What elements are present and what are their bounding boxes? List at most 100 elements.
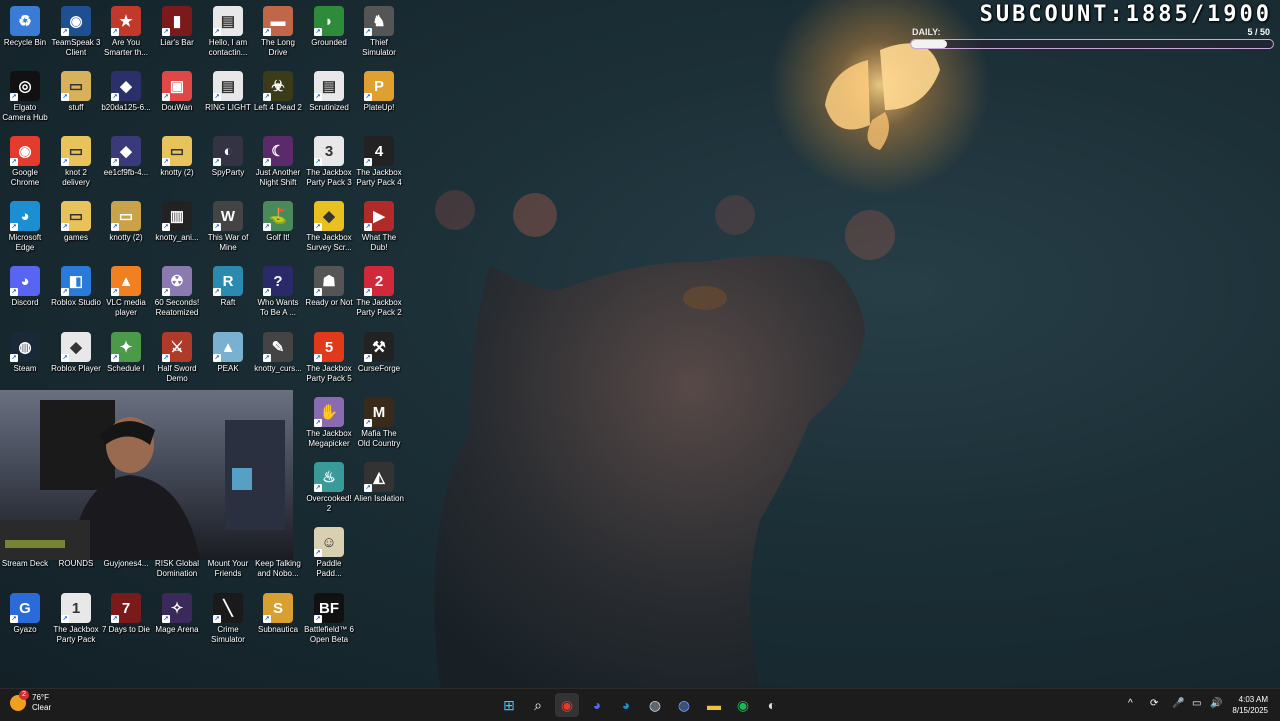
desktop-icon-microsoft-edge[interactable]: ◕ ↗ Microsoft Edge — [0, 201, 50, 253]
desktop-icon-raft[interactable]: R ↗ Raft — [203, 266, 253, 308]
shortcut-arrow-icon: ↗ — [162, 93, 170, 101]
desktop-icon-battlefield-6-open-beta[interactable]: BF ↗ Battlefield™ 6 Open Beta — [304, 593, 354, 645]
shortcut-arrow-icon: ↗ — [162, 615, 170, 623]
desktop-icon-7-days-to-die[interactable]: 7 ↗ 7 Days to Die — [101, 593, 151, 635]
desktop-icon-paddle-padd[interactable]: ☺ ↗ Paddle Padd... — [304, 527, 354, 579]
app-icon: ◆ ↗ — [111, 71, 141, 101]
desktop-icon-alien-isolation[interactable]: ◭ ↗ Alien Isolation — [354, 462, 404, 504]
desktop-icon-mafia-the-old-country[interactable]: M ↗ Mafia The Old Country — [354, 397, 404, 449]
desktop-icon-label: Mafia The Old Country — [357, 429, 401, 448]
desktop-icon-half-sword-demo[interactable]: ⚔ ↗ Half Sword Demo — [152, 332, 202, 384]
desktop-icon-schedule-i[interactable]: ✦ ↗ Schedule I — [101, 332, 151, 374]
app-icon: ▤ ↗ — [213, 71, 243, 101]
taskbar-start-icon[interactable]: ⊞ — [497, 693, 521, 717]
desktop-icon-just-another-night-shift[interactable]: ☾ ↗ Just Another Night Shift — [253, 136, 303, 188]
taskbar-obs-icon[interactable]: ◐ — [760, 693, 784, 717]
desktop-icon-elgato-camera-hub[interactable]: ◎ ↗ Elgato Camera Hub — [0, 71, 50, 123]
app-icon: ▭↗ — [61, 71, 91, 101]
desktop-icon-the-jackbox-party-pack-5[interactable]: 5 ↗ The Jackbox Party Pack 5 — [304, 332, 354, 384]
desktop-icon-60-seconds-reatomized[interactable]: ☢ ↗ 60 Seconds! Reatomized — [152, 266, 202, 318]
taskbar-file-explorer-icon[interactable]: ▬ — [702, 693, 726, 717]
desktop-icon-crime-simulator[interactable]: ╲ ↗ Crime Simulator — [203, 593, 253, 645]
desktop-icon-knotty-curs[interactable]: ✎ ↗ knotty_curs... — [253, 332, 303, 374]
taskbar-chrome-icon[interactable]: ◉ — [555, 693, 579, 717]
desktop-icon-liar-s-bar[interactable]: ▮ ↗ Liar's Bar — [152, 6, 202, 48]
desktop-icon-what-the-dub[interactable]: ▶ ↗ What The Dub! — [354, 201, 404, 253]
desktop-icon-who-wants-to-be-a[interactable]: ? ↗ Who Wants To Be A ... — [253, 266, 303, 318]
desktop-icon-stuff[interactable]: ▭ ↗ stuff — [51, 71, 101, 113]
taskbar-steam-alt-icon[interactable]: ◍ — [672, 693, 696, 717]
shortcut-arrow-icon: ↗ — [314, 549, 322, 557]
taskbar-discord-icon[interactable]: ◕ — [585, 693, 609, 717]
desktop-icon-scrutinized[interactable]: ▤ ↗ Scrutinized — [304, 71, 354, 113]
desktop-icon-golf-it[interactable]: ⛳ ↗ Golf It! — [253, 201, 303, 243]
desktop-icon-subnautica[interactable]: S ↗ Subnautica — [253, 593, 303, 635]
desktop-icon-peak[interactable]: ▲ ↗ PEAK — [203, 332, 253, 374]
desktop-icon-knot-2-delivery[interactable]: ▭ ↗ knot 2 delivery — [51, 136, 101, 188]
desktop-icon-recycle-bin[interactable]: ♻ Recycle Bin — [0, 6, 50, 48]
desktop-icon-curseforge[interactable]: ⚒ ↗ CurseForge — [354, 332, 404, 374]
desktop-icon-ring-light[interactable]: ▤ ↗ RING LIGHT — [203, 71, 253, 113]
desktop-icon-plateup[interactable]: P ↗ PlateUp! — [354, 71, 404, 113]
desktop-icon-label: Thief Simulator — [362, 38, 396, 57]
desktop-icon-the-jackbox-party-pack-3[interactable]: 3 ↗ The Jackbox Party Pack 3 — [304, 136, 354, 188]
desktop-icon-left-4-dead-2[interactable]: ☣ ↗ Left 4 Dead 2 — [253, 71, 303, 113]
desktop-icon-gyazo[interactable]: G ↗ Gyazo — [0, 593, 50, 635]
desktop-icon-thief-simulator[interactable]: ♞ ↗ Thief Simulator — [354, 6, 404, 58]
weather-widget[interactable]: 2 76°F Clear — [10, 690, 51, 713]
desktop-icon-ee1cf9fb-4[interactable]: ◆ ↗ ee1cf9fb-4... — [101, 136, 151, 178]
desktop-icon-knotty-2[interactable]: ▭ ↗ knotty (2) — [152, 136, 202, 178]
desktop-icon-b20da125-6[interactable]: ◆ ↗ b20da125-6... — [101, 71, 151, 113]
webcam-overlay — [0, 390, 293, 560]
sync-icon[interactable]: ⟳ — [1150, 698, 1158, 709]
clock[interactable]: 4:03 AM 8/15/2025 — [1232, 694, 1268, 716]
desktop-icon-the-jackbox-megapicker[interactable]: ✋ ↗ The Jackbox Megapicker — [304, 397, 354, 449]
app-icon: ▲ ↗ — [111, 266, 141, 296]
desktop-icon-label: Battlefield™ 6 Open Beta — [304, 625, 354, 644]
desktop-icon-roblox-studio[interactable]: ◧ ↗ Roblox Studio — [51, 266, 101, 308]
display-icon[interactable]: ▭ — [1192, 698, 1201, 709]
microphone-icon[interactable]: 🎤 — [1172, 698, 1184, 709]
desktop-icon-knotty-2[interactable]: ▭ ↗ knotty (2) — [101, 201, 151, 243]
app-icon: S ↗ — [263, 593, 293, 623]
taskbar-spotify-icon[interactable]: ◉ — [731, 693, 755, 717]
shortcut-arrow-icon: ↗ — [10, 354, 18, 362]
clock-time: 4:03 AM — [1238, 695, 1268, 704]
desktop-icon-douwan[interactable]: ▣ ↗ DouWan — [152, 71, 202, 113]
app-icon: ▤ ↗ — [213, 6, 243, 36]
desktop-icon-teamspeak-3-client[interactable]: ◉ ↗ TeamSpeak 3 Client — [51, 6, 101, 58]
desktop-icon-label: VLC media player — [106, 298, 146, 317]
desktop-icon-the-jackbox-party-pack[interactable]: 1 ↗ The Jackbox Party Pack — [51, 593, 101, 645]
desktop-icon-hello-i-am-contactin[interactable]: ▤ ↗ Hello, I am contactin... — [203, 6, 253, 58]
desktop-icon-the-jackbox-party-pack-4[interactable]: 4 ↗ The Jackbox Party Pack 4 — [354, 136, 404, 188]
desktop-icon-are-you-smarter-th[interactable]: ★ ↗ Are You Smarter th... — [101, 6, 151, 58]
desktop-icon-ready-or-not[interactable]: ☗ ↗ Ready or Not — [304, 266, 354, 308]
desktop-icon-vlc-media-player[interactable]: ▲ ↗ VLC media player — [101, 266, 151, 318]
taskbar: 2 76°F Clear ⊞ ⌕ ◉ ◕ ◕ ◍ ◍ ▬ ◉ ◐ ^ ⟳ 🎤 ▭ 🔊 4:03 AM 8/… — [0, 688, 1280, 721]
desktop-icon-knotty-ani[interactable]: ▥ ↗ knotty_ani... — [152, 201, 202, 243]
shortcut-arrow-icon: ↗ — [10, 223, 18, 231]
desktop-icon-games[interactable]: ▭ ↗ games — [51, 201, 101, 243]
desktop-icon-mage-arena[interactable]: ✧ ↗ Mage Arena — [152, 593, 202, 635]
desktop-icon-grounded[interactable]: ◗ ↗ Grounded — [304, 6, 354, 48]
app-icon: ⚒ ↗ — [364, 332, 394, 362]
taskbar-search-icon[interactable]: ⌕ — [526, 693, 550, 717]
desktop-icon-roblox-player[interactable]: ◆ ↗ Roblox Player — [51, 332, 101, 374]
desktop-icon-google-chrome[interactable]: ◉ ↗ Google Chrome — [0, 136, 50, 188]
desktop-icon-the-jackbox-party-pack-2[interactable]: 2 ↗ The Jackbox Party Pack 2 — [354, 266, 404, 318]
desktop-icon-the-jackbox-survey-scr[interactable]: ◆ ↗ The Jackbox Survey Scr... — [304, 201, 354, 253]
desktop-icon-discord[interactable]: ◕ ↗ Discord — [0, 266, 50, 308]
app-icon: 4 ↗ — [364, 136, 394, 166]
desktop-icon-label: RISK Global Domination — [154, 559, 200, 578]
taskbar-edge-icon[interactable]: ◕ — [614, 693, 638, 717]
shortcut-arrow-icon: ↗ — [314, 419, 322, 427]
desktop-icon-spyparty[interactable]: ◐ ↗ SpyParty — [203, 136, 253, 178]
desktop-icon-overcooked-2[interactable]: ♨ ↗ Overcooked! 2 — [304, 462, 354, 514]
desktop-icon-this-war-of-mine[interactable]: W ↗ This War of Mine — [203, 201, 253, 253]
desktop-icon-the-long-drive[interactable]: ▬ ↗ The Long Drive — [253, 6, 303, 58]
desktop-icon-label: Roblox Player — [51, 364, 101, 373]
volume-icon[interactable]: 🔊 — [1210, 698, 1222, 709]
show-hidden-icons[interactable]: ^ — [1128, 698, 1133, 709]
desktop-icon-steam[interactable]: ◍ ↗ Steam — [0, 332, 50, 374]
taskbar-steam-icon[interactable]: ◍ — [643, 693, 667, 717]
